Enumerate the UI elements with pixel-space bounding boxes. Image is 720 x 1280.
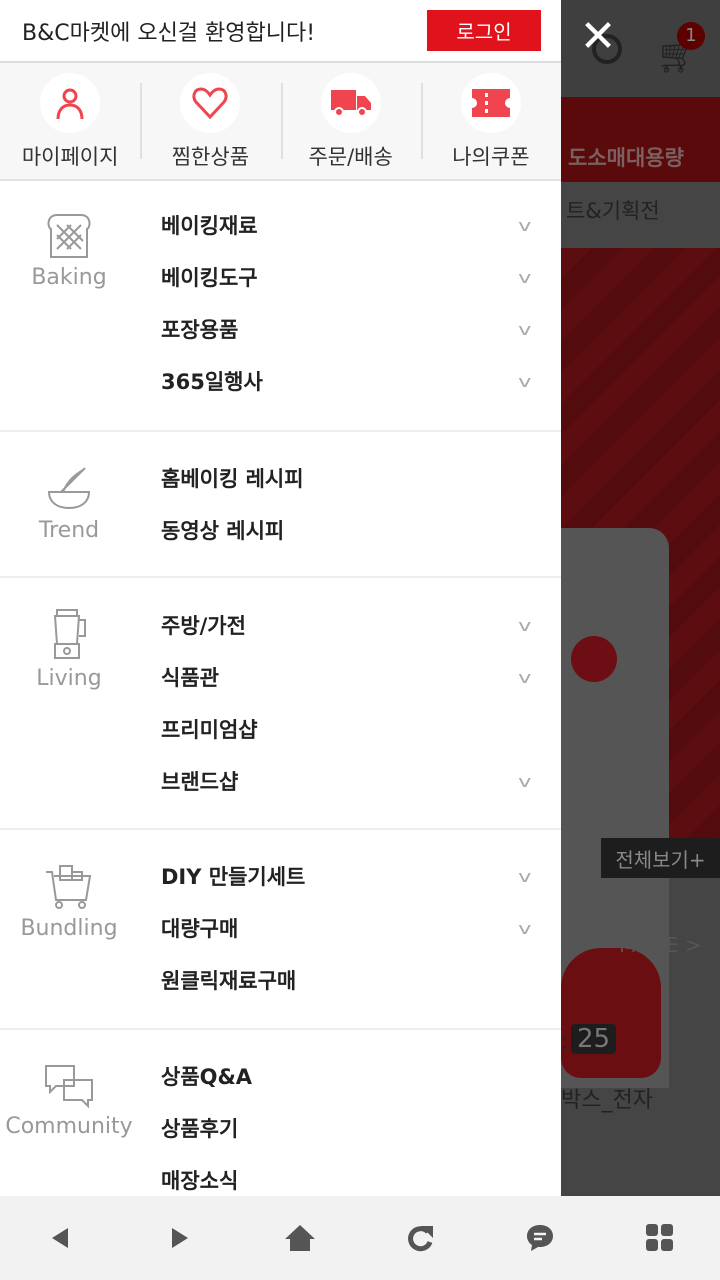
menu-item[interactable]: 홈베이킹 레시피 [161, 452, 561, 504]
page-background-overlay: 도소매대용량 트&기획전 전체보기+ MORE > : 25 박스_전자 [561, 0, 720, 1196]
refresh-icon [408, 1226, 433, 1252]
section-label: Living [36, 666, 102, 691]
welcome-text: B&C마켓에 오신걸 환영합니다! [22, 20, 316, 46]
home-icon [285, 1225, 315, 1251]
chevron-down-icon: v [517, 215, 531, 235]
grid-icon [646, 1224, 673, 1251]
section-label: Community [5, 1114, 133, 1139]
blender-icon [53, 609, 86, 659]
menu-item[interactable]: 포장용품 v [161, 303, 561, 355]
bread-icon [47, 214, 91, 258]
menu-item[interactable]: 365일행사 v [161, 355, 561, 407]
more-link: MORE > [619, 933, 702, 957]
whisk-bowl-icon [47, 467, 91, 510]
section-community: Community 상품Q&A 상품후기 매장소식 [0, 1030, 561, 1196]
christmas-banner [561, 248, 720, 1088]
apps-menu-button[interactable] [630, 1208, 690, 1268]
login-button[interactable]: 로그인 [427, 10, 541, 51]
chat-bubbles-icon [45, 1065, 93, 1108]
chevron-down-icon: v [517, 615, 531, 635]
forward-icon [172, 1228, 188, 1248]
back-icon [52, 1228, 68, 1248]
quick-label: 주문/배송 [308, 145, 393, 169]
event-link: 트&기획전 [566, 199, 660, 223]
forward-button[interactable] [150, 1208, 210, 1268]
back-button[interactable] [30, 1208, 90, 1268]
count-badge: 25 [571, 1024, 617, 1054]
chevron-down-icon: v [517, 918, 531, 938]
menu-item[interactable]: 주방/가전 v [161, 599, 561, 651]
menu-item[interactable]: 베이킹도구 v [161, 251, 561, 303]
quick-mypage[interactable]: 마이페이지 [0, 63, 140, 179]
quick-label: 나의쿠폰 [452, 145, 530, 169]
coupon-icon [471, 89, 510, 117]
quick-menu: 마이페이지 찜한상품 주문/배송 나의쿠폰 [0, 63, 561, 181]
drawer-header: B&C마켓에 오신걸 환영합니다! 로그인 [0, 0, 561, 63]
chevron-down-icon: v [517, 667, 531, 687]
quick-label: 찜한상품 [171, 145, 250, 169]
quick-orders[interactable]: 주문/배송 [280, 63, 421, 179]
section-label: Baking [31, 265, 107, 290]
close-menu-button[interactable]: ✕ [578, 15, 618, 59]
cart-count-badge: 1 [677, 22, 705, 50]
section-bundling: Bundling DIY 만들기세트 v 대량구매 v 원클릭재료구매 [0, 830, 561, 1030]
person-icon [56, 88, 84, 120]
home-button[interactable] [270, 1208, 330, 1268]
quick-wishlist[interactable]: 찜한상품 [140, 63, 280, 179]
product-name: 박스_전자 [561, 1088, 653, 1113]
section-baking: Baking 베이킹재료 v 베이킹도구 v 포장용품 v 365일행사 v [0, 181, 561, 432]
chat-button[interactable] [510, 1208, 570, 1268]
chevron-down-icon: v [517, 319, 531, 339]
chevron-down-icon: v [517, 371, 531, 391]
side-menu-drawer: B&C마켓에 오신걸 환영합니다! 로그인 마이페이지 찜한상품 주문/배송 나… [0, 0, 561, 1196]
browser-bottom-bar [0, 1196, 720, 1280]
menu-item[interactable]: 식품관 v [161, 651, 561, 703]
section-trend: Trend 홈베이킹 레시피 동영상 레시피 [0, 432, 561, 578]
menu-item[interactable]: 동영상 레시피 [161, 504, 561, 556]
refresh-button[interactable] [390, 1208, 450, 1268]
menu-item[interactable]: 상품후기 [161, 1102, 561, 1154]
chat-icon [527, 1225, 553, 1251]
menu-item[interactable]: 프리미엄샵 [161, 703, 561, 755]
menu-item[interactable]: 베이킹재료 v [161, 199, 561, 251]
chevron-down-icon: v [517, 866, 531, 886]
quick-label: 마이페이지 [21, 145, 119, 169]
view-all-button: 전체보기+ [601, 838, 720, 878]
count-prefix: : [561, 1030, 569, 1055]
menu-item[interactable]: 상품Q&A [161, 1050, 561, 1102]
section-label: Trend [38, 518, 100, 543]
section-living: Living 주방/가전 v 식품관 v 프리미엄샵 브랜드샵 v [0, 578, 561, 830]
truck-icon [330, 90, 371, 117]
section-label: Bundling [20, 916, 118, 941]
menu-item[interactable]: 브랜드샵 v [161, 755, 561, 807]
menu-item[interactable]: DIY 만들기세트 v [161, 850, 561, 902]
cart-box-icon [46, 865, 92, 909]
chevron-down-icon: v [517, 771, 531, 791]
heart-icon [192, 87, 228, 120]
menu-item[interactable]: 원클릭재료구매 [161, 954, 561, 1006]
menu-item[interactable]: 대량구매 v [161, 902, 561, 954]
quick-coupons[interactable]: 나의쿠폰 [420, 63, 561, 179]
wholesale-banner: 도소매대용량 [561, 97, 720, 182]
menu-item[interactable]: 매장소식 [161, 1154, 561, 1196]
chevron-down-icon: v [517, 267, 531, 287]
